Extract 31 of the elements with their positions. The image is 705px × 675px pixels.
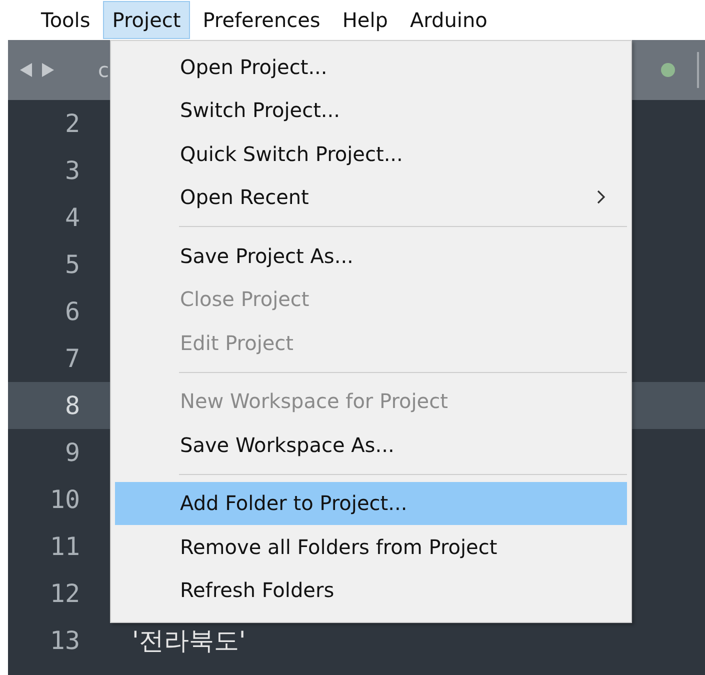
menu-bar-item[interactable]: Preferences <box>194 1 330 39</box>
status-dot-icon <box>661 63 675 77</box>
menu-bar-item[interactable]: Arduino <box>400 1 496 39</box>
menu-item[interactable]: Add Folder to Project... <box>115 482 627 525</box>
menu-item[interactable]: Switch Project... <box>115 88 627 132</box>
menu-bar-item[interactable]: Project <box>103 1 190 39</box>
line-number: 3 <box>64 156 80 185</box>
menu-item[interactable]: Open Project... <box>115 45 627 88</box>
line-number: 8 <box>64 391 80 420</box>
line-number: 7 <box>64 344 80 373</box>
scroll-indicator-icon <box>697 52 699 88</box>
navigation-arrows-icon[interactable] <box>20 63 54 77</box>
line-number: 4 <box>64 203 80 232</box>
menu-item[interactable]: Refresh Folders <box>115 568 627 612</box>
chevron-right-icon <box>597 190 605 204</box>
menu-item[interactable]: Save Workspace As... <box>115 423 627 466</box>
line-number: 13 <box>48 626 80 655</box>
line-number: 5 <box>64 250 80 279</box>
menu-item[interactable]: Save Project As... <box>115 234 627 278</box>
line-number: 10 <box>48 485 80 514</box>
line-number: 6 <box>64 297 80 326</box>
line-number: 11 <box>48 532 80 561</box>
menu-bar-item[interactable]: Help <box>333 1 397 39</box>
menu-item[interactable]: Open Recent <box>115 176 627 219</box>
line-number: 12 <box>48 579 80 608</box>
line-number: 2 <box>64 109 80 138</box>
code-text: '전라북도' <box>132 626 246 656</box>
menu-item[interactable]: Quick Switch Project... <box>115 132 627 176</box>
line-number: 9 <box>64 438 80 467</box>
menu-item[interactable]: Remove all Folders from Project <box>115 525 627 568</box>
menu-bar-item[interactable]: Tools <box>32 1 100 39</box>
